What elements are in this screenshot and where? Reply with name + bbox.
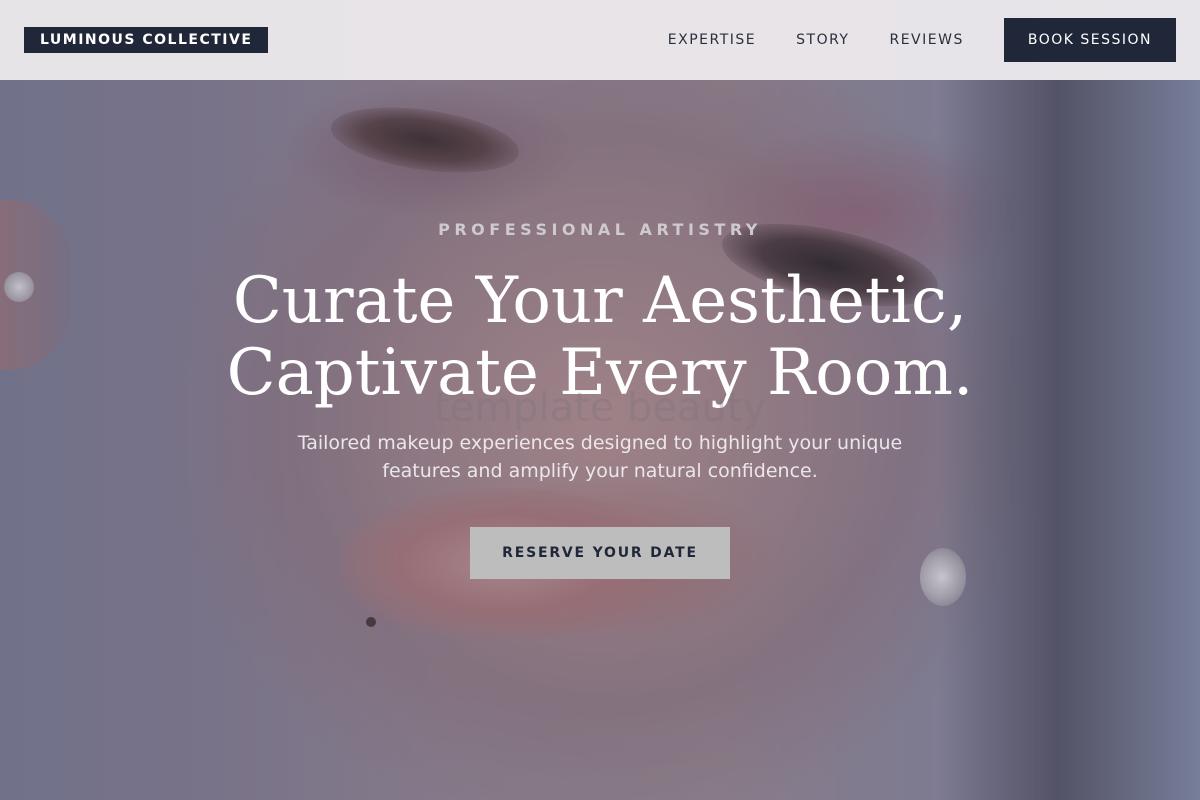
hero-headline-line-1: Curate Your Aesthetic,: [232, 264, 968, 338]
hero-subtext: Tailored makeup experiences designed to …: [0, 429, 1200, 485]
nav-link-story[interactable]: STORY: [796, 32, 849, 48]
page: LUMINOUS COLLECTIVE EXPERTISE STORY REVI…: [0, 0, 1200, 800]
book-session-button[interactable]: BOOK SESSION: [1003, 18, 1176, 62]
hero-subtext-line-1: Tailored makeup experiences designed to …: [297, 432, 903, 454]
main-nav: EXPERTISE STORY REVIEWS BOOK SESSION: [668, 18, 1176, 62]
hero-section: template beauty PROFESSIONAL ARTISTRY Cu…: [0, 220, 1200, 579]
watermark-text: template beauty: [433, 385, 767, 431]
hero-eyebrow: PROFESSIONAL ARTISTRY: [438, 220, 762, 239]
hero-subtext-line-2: features and amplify your natural confid…: [382, 460, 818, 482]
nav-link-expertise[interactable]: EXPERTISE: [668, 32, 756, 48]
brand-logo[interactable]: LUMINOUS COLLECTIVE: [24, 27, 269, 53]
site-header: LUMINOUS COLLECTIVE EXPERTISE STORY REVI…: [0, 0, 1200, 80]
reserve-date-button[interactable]: RESERVE YOUR DATE: [470, 527, 730, 579]
nav-link-reviews[interactable]: REVIEWS: [889, 32, 963, 48]
